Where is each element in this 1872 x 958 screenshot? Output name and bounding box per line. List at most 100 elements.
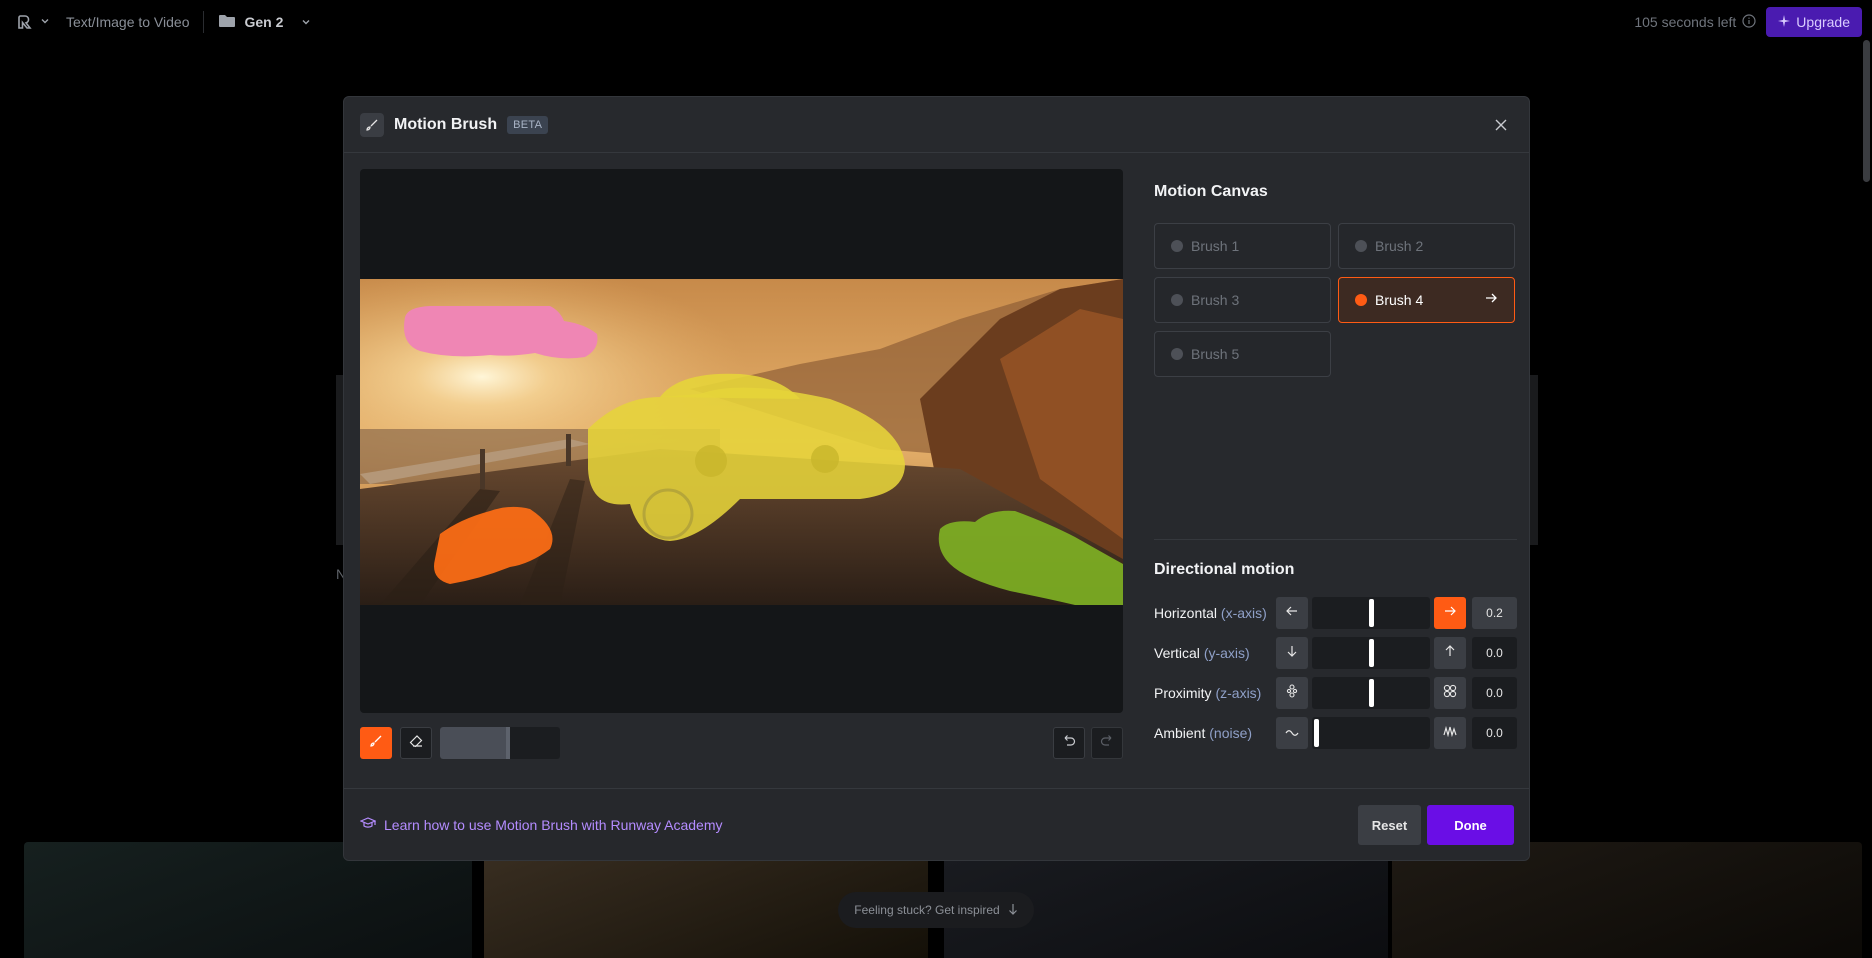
proximity-value[interactable]: 0.0 xyxy=(1472,677,1517,709)
brush-1-button[interactable]: Brush 1 xyxy=(1154,223,1331,269)
wave-low-icon xyxy=(1285,724,1299,742)
dialog-header: Motion Brush BETA xyxy=(344,97,1529,153)
vertical-control: Vertical (y-axis) 0.0 xyxy=(1154,637,1517,669)
brush-size-handle[interactable] xyxy=(506,727,510,759)
slider-handle[interactable] xyxy=(1314,719,1319,747)
arrow-up-icon xyxy=(1444,644,1456,662)
academy-link[interactable]: Learn how to use Motion Brush with Runwa… xyxy=(359,816,723,833)
wave-high-icon xyxy=(1443,724,1457,742)
arrow-right-icon xyxy=(1484,291,1498,308)
upgrade-button[interactable]: Upgrade xyxy=(1766,7,1862,37)
horizontal-value[interactable]: 0.2 xyxy=(1472,597,1517,629)
beta-badge: BETA xyxy=(507,115,549,134)
brush-icon xyxy=(369,734,383,753)
arrow-down-icon xyxy=(1286,644,1298,662)
brush-3-button[interactable]: Brush 3 xyxy=(1154,277,1331,323)
reset-button[interactable]: Reset xyxy=(1358,805,1421,845)
divider xyxy=(1154,539,1517,540)
academy-link-text: Learn how to use Motion Brush with Runwa… xyxy=(384,816,723,833)
brush-color-dot xyxy=(1171,348,1183,360)
upgrade-label: Upgrade xyxy=(1796,14,1850,30)
less-noise-button[interactable] xyxy=(1276,717,1308,749)
close-icon[interactable] xyxy=(1491,115,1511,135)
graduation-cap-icon xyxy=(359,816,377,833)
credits-remaining: 105 seconds left xyxy=(1634,13,1756,31)
move-left-button[interactable] xyxy=(1276,597,1308,629)
brush-label: Brush 5 xyxy=(1191,346,1240,362)
ambient-slider[interactable] xyxy=(1312,717,1430,749)
brush-tool-button[interactable] xyxy=(360,727,392,759)
brush-5-button[interactable]: Brush 5 xyxy=(1154,331,1331,377)
brush-size-fill xyxy=(440,727,508,759)
undo-button[interactable] xyxy=(1053,727,1085,759)
dialog-footer: Learn how to use Motion Brush with Runwa… xyxy=(344,788,1529,860)
brush-label: Brush 3 xyxy=(1191,292,1240,308)
brush-color-dot xyxy=(1355,294,1367,306)
move-away-button[interactable] xyxy=(1276,677,1308,709)
eraser-tool-button[interactable] xyxy=(400,727,432,759)
motion-brush-dialog: Motion Brush BETA Motion Canvas Brush 1 … xyxy=(343,96,1530,861)
ambient-value[interactable]: 0.0 xyxy=(1472,717,1517,749)
horizontal-label: Horizontal (x-axis) xyxy=(1154,605,1267,621)
folder-name: Gen 2 xyxy=(244,14,284,30)
horizontal-slider[interactable] xyxy=(1312,597,1430,629)
top-bar: Text/Image to Video Gen 2 105 seconds le… xyxy=(0,0,1872,44)
info-icon[interactable] xyxy=(1742,13,1756,31)
slider-handle[interactable] xyxy=(1369,679,1374,707)
brush-2-button[interactable]: Brush 2 xyxy=(1338,223,1515,269)
directional-motion-title: Directional motion xyxy=(1154,561,1295,578)
brush-4-button[interactable]: Brush 4 xyxy=(1338,277,1515,323)
move-up-button[interactable] xyxy=(1434,637,1466,669)
brush-color-dot xyxy=(1171,240,1183,252)
more-noise-button[interactable] xyxy=(1434,717,1466,749)
horizontal-control: Horizontal (x-axis) 0.2 xyxy=(1154,597,1517,629)
folder-icon xyxy=(218,14,236,31)
motion-canvas-title: Motion Canvas xyxy=(1154,183,1268,200)
vertical-value[interactable]: 0.0 xyxy=(1472,637,1517,669)
redo-button[interactable] xyxy=(1091,727,1123,759)
proximity-label: Proximity (z-axis) xyxy=(1154,685,1262,701)
brush-label: Brush 1 xyxy=(1191,238,1240,254)
get-inspired-button[interactable]: Feeling stuck? Get inspired xyxy=(838,892,1034,928)
brush-color-dot xyxy=(1355,240,1367,252)
runway-logo-icon xyxy=(16,13,34,31)
vertical-slider[interactable] xyxy=(1312,637,1430,669)
ambient-control: Ambient (noise) 0.0 xyxy=(1154,717,1517,749)
brush-color-dot xyxy=(1171,294,1183,306)
time-left-text: 105 seconds left xyxy=(1634,14,1737,30)
motion-canvas[interactable] xyxy=(360,169,1123,713)
canvas-toolbar xyxy=(360,727,1123,759)
move-right-button[interactable] xyxy=(1434,597,1466,629)
sparkle-icon xyxy=(1778,14,1791,30)
expand-icon xyxy=(1443,684,1457,703)
divider xyxy=(203,11,205,33)
contract-icon xyxy=(1286,683,1298,703)
move-closer-button[interactable] xyxy=(1434,677,1466,709)
app-menu[interactable] xyxy=(16,13,50,31)
page-scrollbar[interactable] xyxy=(1863,40,1870,182)
undo-icon xyxy=(1062,734,1076,753)
chevron-down-icon xyxy=(301,14,311,30)
proximity-slider[interactable] xyxy=(1312,677,1430,709)
brush-label: Brush 2 xyxy=(1375,238,1424,254)
inspire-label: Feeling stuck? Get inspired xyxy=(854,903,1000,917)
slider-handle[interactable] xyxy=(1369,639,1374,667)
arrow-left-icon xyxy=(1286,604,1298,622)
ambient-label: Ambient (noise) xyxy=(1154,725,1253,741)
vertical-label: Vertical (y-axis) xyxy=(1154,645,1250,661)
redo-icon xyxy=(1100,734,1114,753)
arrow-right-icon xyxy=(1444,604,1456,622)
brush-icon xyxy=(360,112,384,137)
dialog-title: Motion Brush xyxy=(394,115,498,133)
background-panel xyxy=(1530,375,1538,545)
arrow-down-icon xyxy=(1008,903,1018,918)
chevron-down-icon xyxy=(40,13,50,31)
folder-selector[interactable]: Gen 2 xyxy=(218,14,311,31)
eraser-icon xyxy=(409,734,423,753)
slider-handle[interactable] xyxy=(1369,599,1374,627)
mode-label[interactable]: Text/Image to Video xyxy=(66,14,189,30)
move-down-button[interactable] xyxy=(1276,637,1308,669)
done-button[interactable]: Done xyxy=(1427,805,1514,845)
source-image[interactable] xyxy=(360,279,1123,605)
brush-size-slider[interactable] xyxy=(440,727,560,759)
